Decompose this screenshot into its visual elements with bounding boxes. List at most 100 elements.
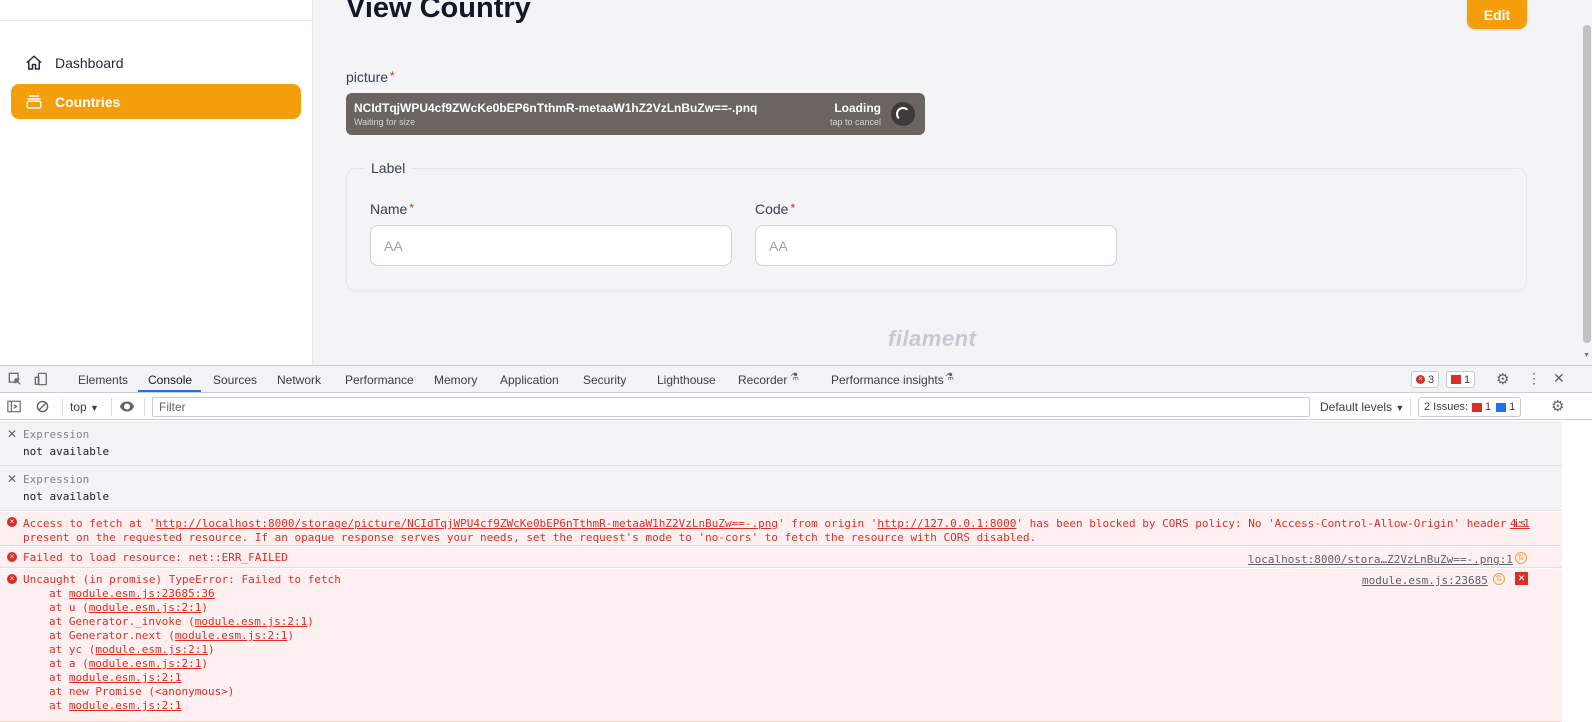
console-error-message: × Failed to load resource: net::ERR_FAIL…: [0, 547, 1562, 568]
stack-frame: at a (module.esm.js:2:1): [49, 657, 208, 670]
tab-memory[interactable]: Memory: [434, 373, 477, 387]
issue-count-badge[interactable]: 1: [1446, 371, 1476, 388]
settings-gear-icon[interactable]: ⚙: [1496, 370, 1509, 388]
tab-performance-insights[interactable]: Performance insights: [831, 373, 944, 387]
stack-frame: at new Promise (<anonymous>): [49, 685, 234, 698]
stack-frame-text: at yc (: [49, 643, 96, 656]
sidebar-item-countries[interactable]: Countries: [11, 84, 301, 119]
more-options-icon[interactable]: ⋮: [1527, 370, 1541, 387]
live-expression: ✕ Expression not available: [0, 421, 1592, 466]
error-source-link[interactable]: module.esm.js:23685: [1362, 574, 1488, 587]
stack-frame: at module.esm.js:23685:36: [49, 587, 215, 600]
tab-sources[interactable]: Sources: [213, 373, 257, 387]
stack-frame-link[interactable]: module.esm.js:2:1: [175, 629, 288, 642]
flask-icon: ⚗: [945, 372, 954, 383]
stack-frame-link[interactable]: module.esm.js:2:1: [89, 601, 202, 614]
stack-frame-text: ): [287, 629, 295, 642]
error-count-badge[interactable]: × 3: [1411, 371, 1440, 388]
collection-icon: [26, 94, 42, 109]
origin-link[interactable]: http://127.0.0.1:8000: [877, 517, 1016, 530]
network-request-icon[interactable]: ⇅: [1493, 573, 1505, 585]
remove-expression-icon[interactable]: ✕: [7, 427, 17, 441]
issues-label: 2 Issues:: [1424, 401, 1469, 413]
stack-frame-text: at a (: [49, 657, 89, 670]
stack-frame: at yc (module.esm.js:2:1): [49, 643, 215, 656]
sidebar: Dashboard Countries: [0, 0, 313, 370]
console-filter-input[interactable]: Filter: [152, 397, 1310, 417]
stack-frame-text: at Generator.next (: [49, 629, 175, 642]
stack-frame: at module.esm.js:2:1: [49, 699, 181, 712]
expression-label[interactable]: Expression: [23, 473, 89, 486]
issue-flag-icon[interactable]: ✕: [1515, 572, 1528, 585]
inspect-element-icon[interactable]: [8, 372, 22, 386]
stack-frame-text: ): [201, 601, 208, 614]
scrollbar-thumb[interactable]: [1583, 25, 1591, 343]
tab-console[interactable]: Console: [148, 373, 192, 387]
error-icon: ×: [7, 552, 17, 562]
sidebar-toggle-icon[interactable]: [7, 400, 21, 413]
page-scrollbar[interactable]: ▼: [1582, 0, 1592, 370]
edit-button[interactable]: Edit: [1467, 0, 1527, 29]
error-source-link[interactable]: 4:1: [1510, 517, 1530, 530]
clear-console-icon[interactable]: [36, 400, 49, 413]
stack-frame-text: at u (: [49, 601, 89, 614]
chevron-down-icon: ▼: [90, 403, 99, 413]
toolbar-divider: [144, 398, 145, 416]
error-url-link[interactable]: http://localhost:8000/storage/picture/NC…: [155, 517, 778, 530]
console-settings-gear-icon[interactable]: ⚙: [1551, 397, 1564, 415]
close-devtools-icon[interactable]: ✕: [1553, 370, 1565, 387]
loading-spinner-icon[interactable]: [891, 102, 915, 126]
tab-performance[interactable]: Performance: [345, 373, 414, 387]
page-title: View Country: [346, 0, 531, 24]
stack-frame: at Generator._invoke (module.esm.js:2:1): [49, 615, 314, 628]
tab-network[interactable]: Network: [277, 373, 321, 387]
tab-recorder[interactable]: Recorder: [738, 373, 787, 387]
stack-frame-link[interactable]: module.esm.js:2:1: [195, 615, 308, 628]
expression-label[interactable]: Expression: [23, 428, 89, 441]
name-label: Name *: [370, 201, 414, 217]
devtools-panel: Elements Console Sources Network Perform…: [0, 365, 1592, 722]
code-field[interactable]: AA: [755, 225, 1117, 266]
live-expression-eye-icon[interactable]: [119, 400, 135, 413]
error-text: Uncaught (in promise) TypeError: Failed …: [23, 573, 341, 586]
live-expression: ✕ Expression not available: [0, 466, 1592, 511]
sidebar-item-dashboard[interactable]: Dashboard: [11, 45, 301, 80]
expression-value: not available: [23, 490, 110, 503]
stack-frame-link[interactable]: module.esm.js:2:1: [69, 671, 182, 684]
error-count: 3: [1428, 373, 1435, 386]
stack-frame-link[interactable]: module.esm.js:2:1: [95, 643, 208, 656]
tab-lighthouse[interactable]: Lighthouse: [657, 373, 716, 387]
name-field[interactable]: AA: [370, 225, 732, 266]
tab-elements[interactable]: Elements: [78, 373, 128, 387]
required-marker: *: [390, 69, 395, 83]
context-select[interactable]: top ▼: [70, 400, 99, 414]
issues-button[interactable]: 2 Issues: 1 1: [1418, 397, 1522, 417]
stack-frame-link[interactable]: module.esm.js:2:1: [89, 657, 202, 670]
console-filterbar: top ▼ Filter Default levels ▼ 2 Issues: …: [0, 394, 1592, 420]
flask-icon: ⚗: [790, 372, 799, 383]
console-scrollbar[interactable]: [1562, 421, 1592, 722]
code-label-text: Code: [755, 201, 789, 217]
error-text-part: Access to fetch at ': [23, 517, 156, 530]
device-toolbar-icon[interactable]: [34, 372, 48, 386]
tab-application[interactable]: Application: [500, 373, 559, 387]
stack-frame-link[interactable]: module.esm.js:2:1: [69, 699, 182, 712]
error-source-link[interactable]: localhost:8000/stora…Z2VzLnBuZw==-.png:1: [1248, 553, 1513, 566]
error-icon: ×: [1416, 375, 1425, 384]
error-icon: ×: [7, 517, 17, 527]
remove-expression-icon[interactable]: ✕: [7, 472, 17, 486]
toolbar-divider: [1410, 398, 1411, 416]
context-value: top: [70, 400, 87, 414]
issues-error-count: 1: [1485, 401, 1492, 413]
tab-security[interactable]: Security: [583, 373, 626, 387]
error-icon: ×: [7, 574, 17, 584]
name-label-text: Name: [370, 201, 408, 217]
toolbar-divider: [62, 398, 63, 416]
network-request-icon[interactable]: ⇅: [1515, 552, 1527, 564]
log-levels-select[interactable]: Default levels ▼: [1320, 400, 1404, 414]
file-upload-item[interactable]: NCIdTqjWPU4cf9ZWcKe0bEP6nTthmR-metaaW1hZ…: [346, 93, 925, 135]
scroll-down-icon[interactable]: ▼: [1583, 352, 1590, 359]
stack-frame-link[interactable]: module.esm.js:23685:36: [69, 587, 215, 600]
sidebar-item-label: Dashboard: [55, 54, 124, 71]
stack-frame-text: ): [207, 643, 215, 656]
